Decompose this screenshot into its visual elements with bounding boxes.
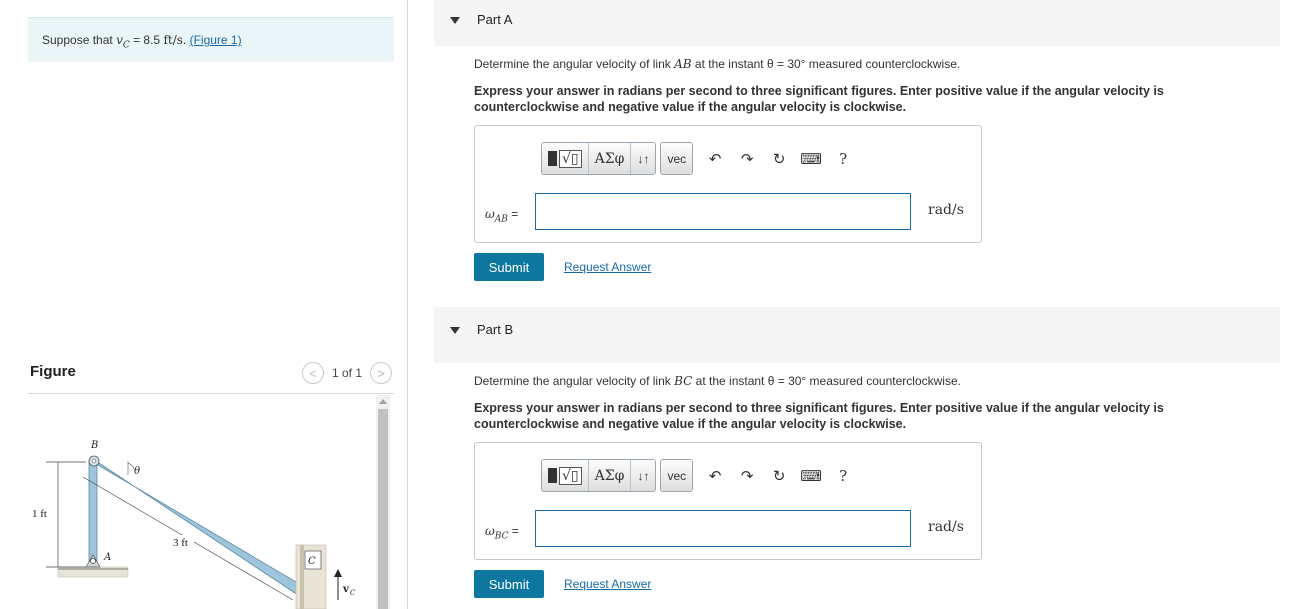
link-length-label: 3 ft xyxy=(173,537,188,549)
question-link: AB xyxy=(674,57,692,71)
answer-variable: ωAB = xyxy=(485,207,518,224)
scroll-thumb[interactable] xyxy=(378,409,388,609)
label-c: C xyxy=(308,556,316,567)
column-divider xyxy=(407,0,408,609)
keyboard-icon[interactable]: ⌨ xyxy=(795,143,827,175)
reset-icon[interactable]: ↻ xyxy=(763,460,795,492)
vec-button[interactable]: vec xyxy=(661,143,693,174)
figure-title: Figure xyxy=(30,363,76,380)
part-a-header[interactable]: Part A xyxy=(434,0,1280,46)
part-a-title: Part A xyxy=(477,12,513,27)
part-a-question: Determine the angular velocity of link A… xyxy=(474,57,960,71)
problem-intro: Suppose that vC = 8.5 ft/s. (Figure 1) xyxy=(28,17,394,62)
undo-icon[interactable]: ↶ xyxy=(699,460,731,492)
templates-icon[interactable]: √▯ xyxy=(542,143,589,174)
pager-text: 1 of 1 xyxy=(331,366,362,380)
height-label: 1 ft xyxy=(32,508,47,520)
toolbar-group: √▯ ΑΣφ ↓↑ xyxy=(541,142,657,175)
intro-prefix: Suppose that xyxy=(42,33,117,47)
part-b-request-answer-link[interactable]: Request Answer xyxy=(564,577,651,591)
collapse-triangle-icon[interactable] xyxy=(450,17,460,24)
intro-unit: ft/s xyxy=(163,33,183,47)
vec-group: vec xyxy=(660,142,694,175)
greek-button[interactable]: ΑΣφ xyxy=(588,143,632,174)
label-a: A xyxy=(103,552,111,563)
part-b-answer-input[interactable] xyxy=(535,510,911,547)
vec-button[interactable]: vec xyxy=(661,460,693,491)
math-toolbar: √▯ ΑΣφ ↓↑ vec ↶ ↷ ↻ ⌨ ? xyxy=(541,459,859,492)
figure-image: 1 ft A B θ 3 ft C v C xyxy=(28,395,394,609)
arrows-button[interactable]: ↓↑ xyxy=(631,460,656,491)
math-toolbar: √▯ ΑΣφ ↓↑ vec ↶ ↷ ↻ ⌨ ? xyxy=(541,142,859,175)
omega-symbol: ω xyxy=(485,524,495,538)
figure-header: Figure < 1 of 1 > xyxy=(28,358,394,394)
next-figure-button[interactable]: > xyxy=(370,362,392,384)
part-b-instruction: Express your answer in radians per secon… xyxy=(474,401,1164,431)
answer-units: rad/s xyxy=(928,202,964,218)
redo-icon[interactable]: ↷ xyxy=(731,143,763,175)
vec-group: vec xyxy=(660,459,694,492)
equals-sign: = xyxy=(508,524,519,538)
intro-suffix: . xyxy=(182,33,190,47)
templates-icon[interactable]: √▯ xyxy=(542,460,589,491)
undo-icon[interactable]: ↶ xyxy=(699,143,731,175)
part-a-answer-box: √▯ ΑΣφ ↓↑ vec ↶ ↷ ↻ ⌨ ? ωAB = rad/s xyxy=(474,125,982,243)
label-theta: θ xyxy=(134,466,140,477)
question-link: BC xyxy=(674,374,693,388)
greek-button[interactable]: ΑΣφ xyxy=(588,460,632,491)
part-a-instruction: Express your answer in radians per secon… xyxy=(474,84,1164,114)
toolbar-group: √▯ ΑΣφ ↓↑ xyxy=(541,459,657,492)
part-a-submit-button[interactable]: Submit xyxy=(474,253,544,281)
label-b: B xyxy=(90,440,98,451)
equals-sign: = xyxy=(507,207,519,221)
question-pre: Determine the angular velocity of link xyxy=(474,374,675,388)
help-icon[interactable]: ? xyxy=(827,460,859,492)
collapse-triangle-icon[interactable] xyxy=(450,327,460,334)
part-b-question: Determine the angular velocity of link B… xyxy=(474,374,961,388)
redo-icon[interactable]: ↷ xyxy=(731,460,763,492)
part-a-request-answer-link[interactable]: Request Answer xyxy=(564,260,651,274)
keyboard-icon[interactable]: ⌨ xyxy=(795,460,827,492)
figure-pager: < 1 of 1 > xyxy=(301,362,392,384)
figure-scrollbar[interactable] xyxy=(376,395,390,609)
arrows-button[interactable]: ↓↑ xyxy=(631,143,656,174)
reset-icon[interactable]: ↻ xyxy=(763,143,795,175)
help-icon[interactable]: ? xyxy=(827,143,859,175)
figure-link[interactable]: (Figure 1) xyxy=(190,33,242,47)
omega-sub: BC xyxy=(494,531,509,542)
omega-symbol: ω xyxy=(485,207,495,221)
answer-units: rad/s xyxy=(928,519,964,535)
question-pre: Determine the angular velocity of link xyxy=(474,57,675,71)
part-a-answer-input[interactable] xyxy=(535,193,911,230)
answer-variable: ωBC = xyxy=(485,524,519,541)
part-b-header[interactable]: Part B xyxy=(434,307,1280,363)
part-b-title: Part B xyxy=(477,322,514,337)
question-post: at the instant θ = 30° measured counterc… xyxy=(691,57,961,71)
part-b-answer-box: √▯ ΑΣφ ↓↑ vec ↶ ↷ ↻ ⌨ ? ωBC = rad/s xyxy=(474,442,982,560)
prev-figure-button[interactable]: < xyxy=(301,362,324,384)
question-post: at the instant θ = 30° measured counterc… xyxy=(692,374,961,388)
part-b-submit-button[interactable]: Submit xyxy=(474,570,544,598)
scroll-up-icon[interactable] xyxy=(379,399,387,404)
label-vc: v xyxy=(342,584,350,595)
intro-variable: vC xyxy=(116,33,130,51)
omega-sub: AB xyxy=(494,214,508,225)
label-vc-sub: C xyxy=(350,589,356,597)
intro-equals: = 8.5 xyxy=(129,33,164,47)
